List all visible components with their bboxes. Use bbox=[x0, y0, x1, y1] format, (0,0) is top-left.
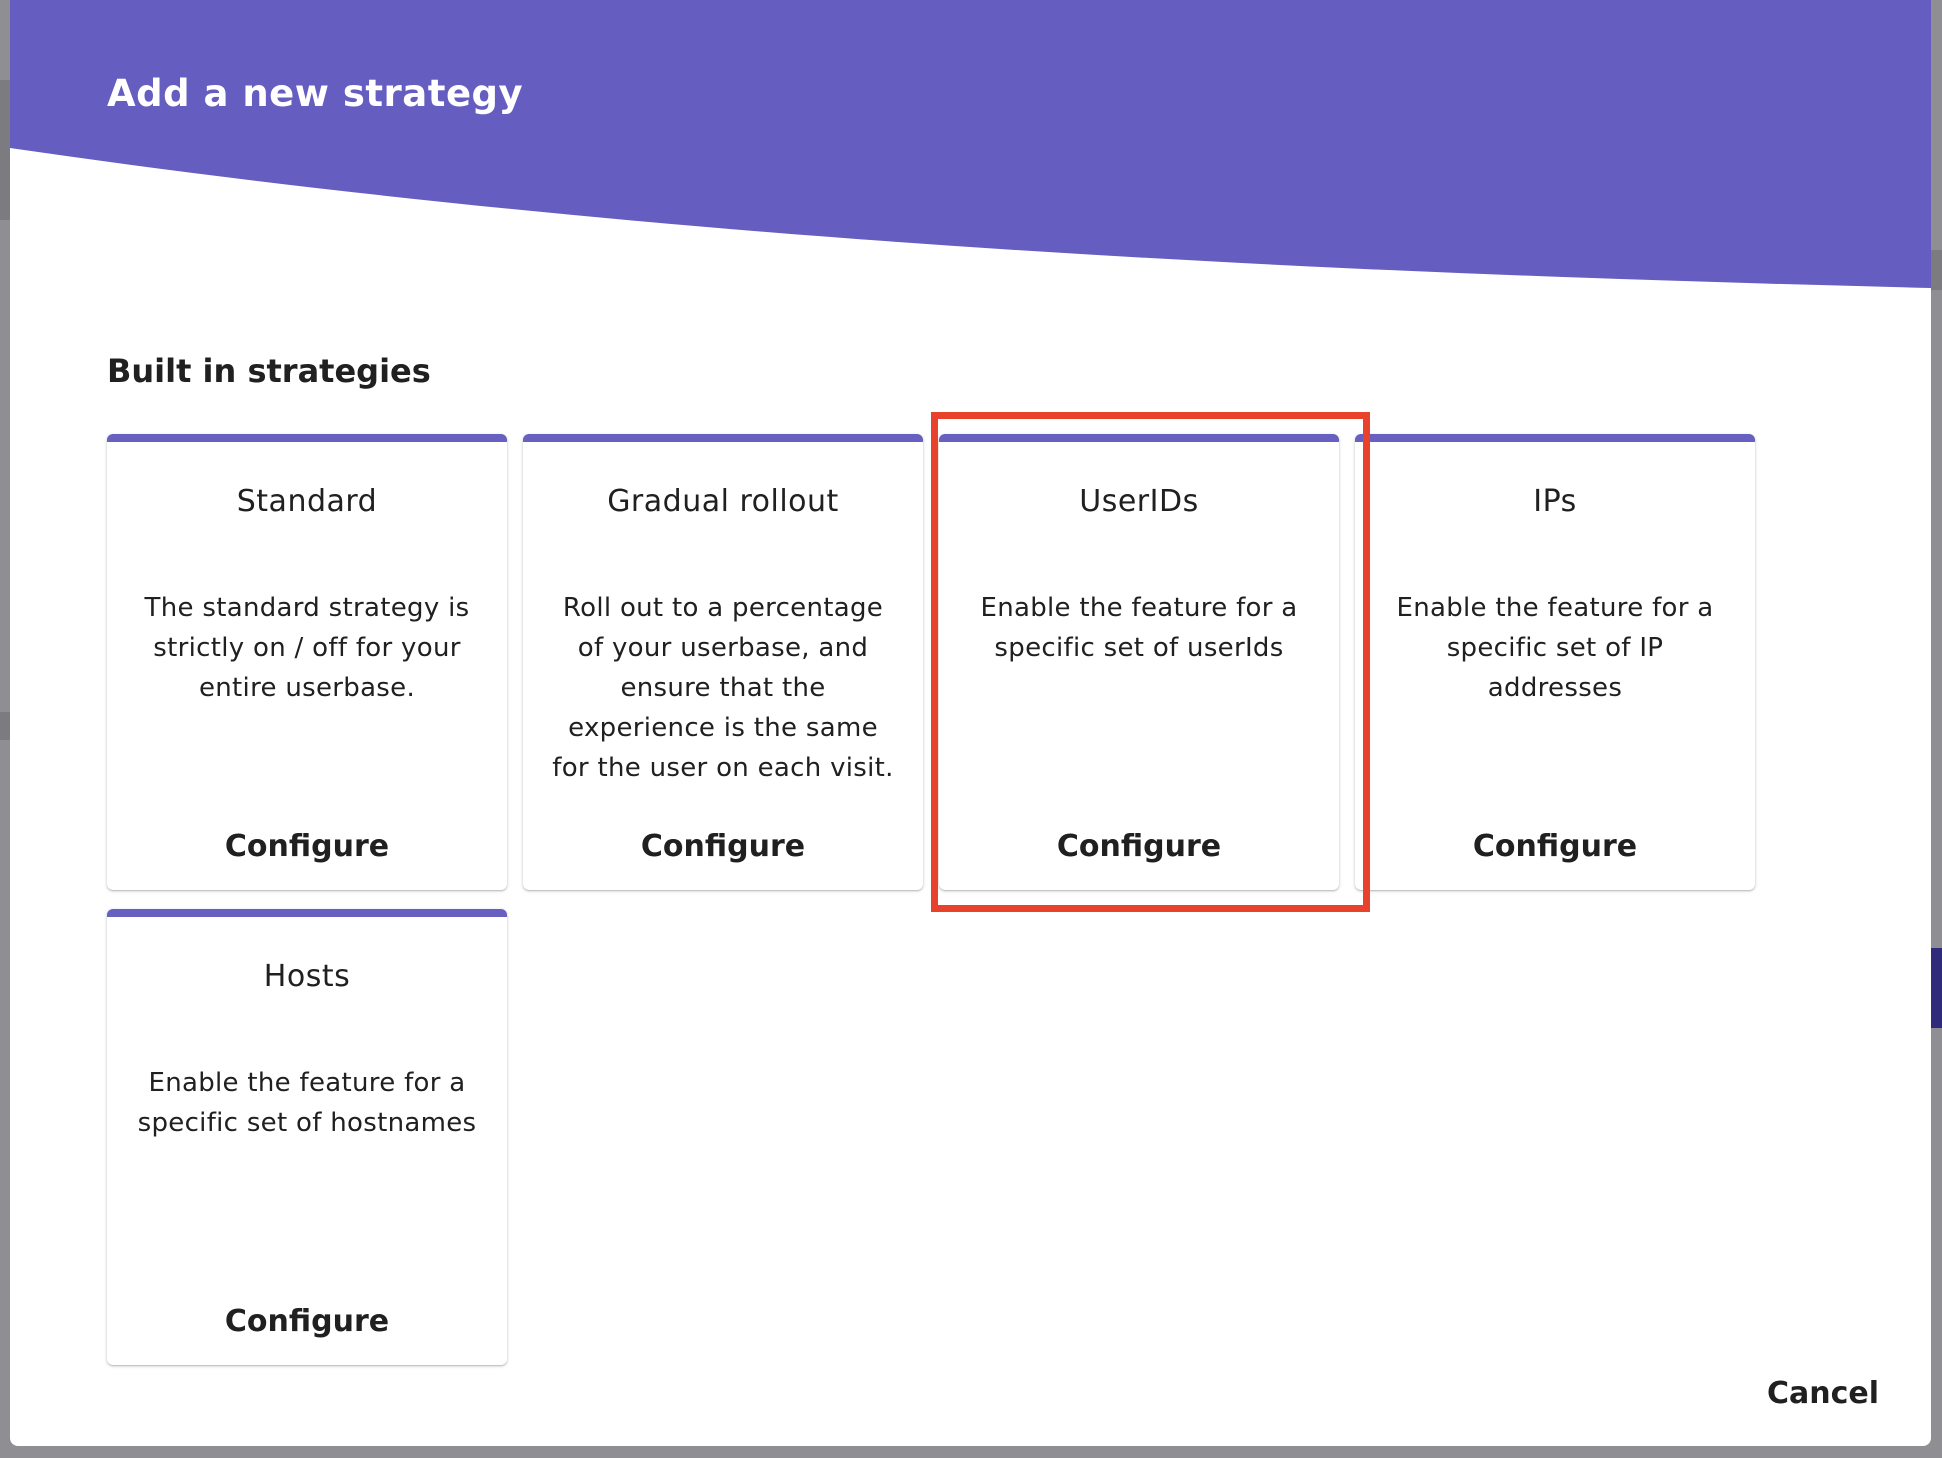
backdrop-button bbox=[1931, 948, 1942, 1028]
strategy-card-title: UserIDs bbox=[1079, 484, 1199, 519]
configure-hosts-button[interactable]: Configure bbox=[205, 1296, 409, 1347]
strategy-card-title: IPs bbox=[1533, 484, 1577, 519]
section-title: Built in strategies bbox=[107, 352, 431, 390]
strategy-card-gradual-rollout: Gradual rollout Roll out to a percentage… bbox=[523, 434, 923, 890]
strategy-card-title: Standard bbox=[236, 484, 378, 519]
strategy-card-description: Enable the feature for a specific set of… bbox=[1396, 593, 1714, 703]
cancel-button[interactable]: Cancel bbox=[1755, 1370, 1891, 1417]
configure-standard-button[interactable]: Configure bbox=[205, 821, 409, 872]
configure-ips-button[interactable]: Configure bbox=[1453, 821, 1657, 872]
backdrop-divider bbox=[1931, 250, 1942, 290]
dialog-header: Add a new strategy bbox=[10, 0, 1931, 300]
strategy-card-standard: Standard The standard strategy is strict… bbox=[107, 434, 507, 890]
strategy-card-description: Enable the feature for a specific set of… bbox=[980, 593, 1298, 663]
strategy-card-title: Gradual rollout bbox=[607, 484, 839, 519]
add-strategy-dialog: Add a new strategy Built in strategies S… bbox=[10, 0, 1931, 1446]
configure-userids-button[interactable]: Configure bbox=[1037, 821, 1241, 872]
strategy-card-description: Enable the feature for a specific set of… bbox=[137, 1068, 477, 1138]
dialog-title: Add a new strategy bbox=[107, 72, 524, 115]
strategy-card-title: Hosts bbox=[263, 959, 351, 994]
backdrop-divider bbox=[0, 712, 10, 740]
backdrop-divider bbox=[0, 80, 10, 220]
strategy-card-ips: IPs Enable the feature for a specific se… bbox=[1355, 434, 1755, 890]
configure-gradual-rollout-button[interactable]: Configure bbox=[621, 821, 825, 872]
strategy-card-hosts: Hosts Enable the feature for a specific … bbox=[107, 909, 507, 1365]
strategy-card-description: Roll out to a percentage of your userbas… bbox=[552, 593, 894, 783]
header-wave-shape bbox=[10, 0, 1931, 288]
strategy-card-description: The standard strategy is strictly on / o… bbox=[144, 593, 470, 703]
strategy-card-userids: UserIDs Enable the feature for a specifi… bbox=[939, 434, 1339, 890]
